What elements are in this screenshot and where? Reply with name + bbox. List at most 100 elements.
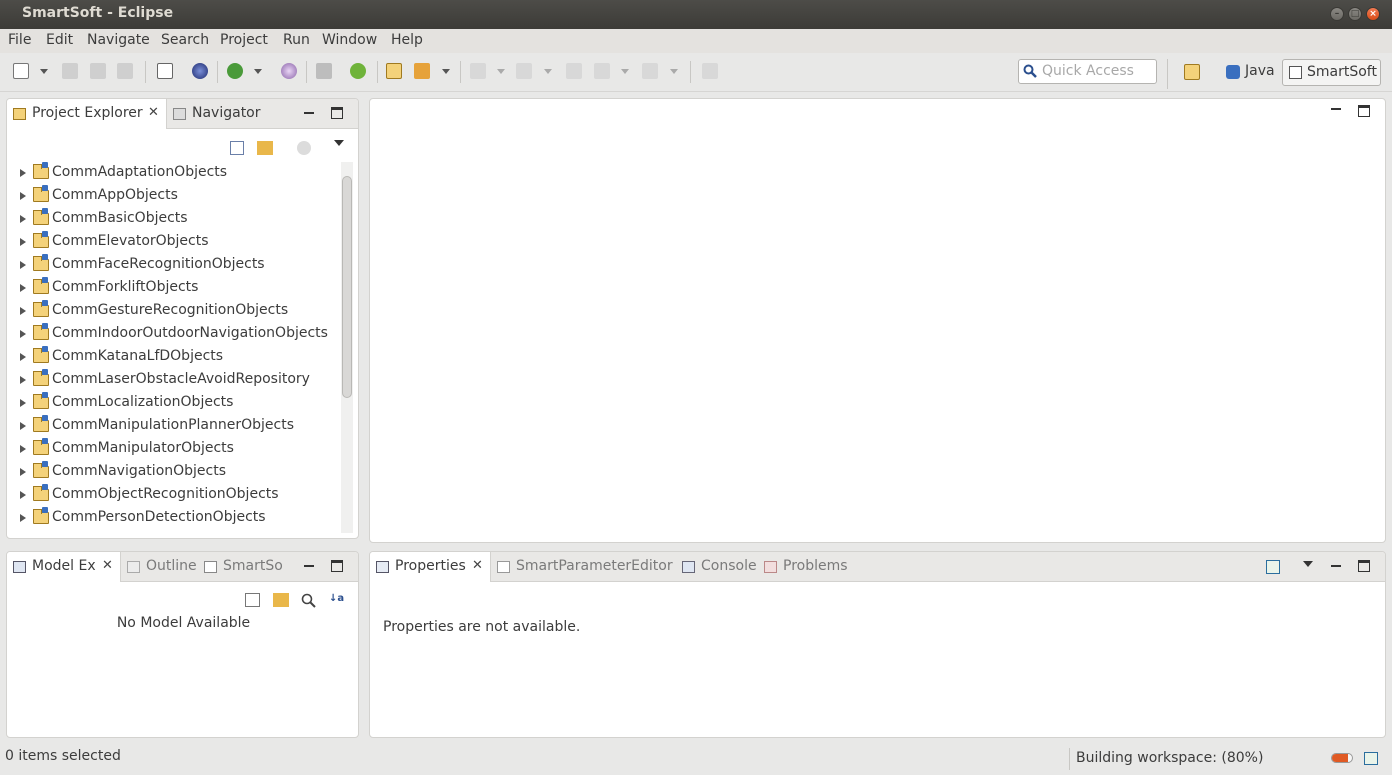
binary-icon[interactable] xyxy=(157,63,173,79)
run-dropdown-arrow-icon[interactable] xyxy=(254,69,262,74)
tab-console[interactable]: Console xyxy=(676,552,758,582)
tree-item-project[interactable]: CommAppObjects xyxy=(7,185,337,208)
expand-arrow-icon[interactable] xyxy=(20,491,26,499)
forward-dropdown-icon[interactable] xyxy=(670,69,678,74)
last-edit-icon[interactable] xyxy=(566,63,582,79)
sort-alphabetically-icon[interactable]: ↓a xyxy=(329,593,345,608)
expand-arrow-icon[interactable] xyxy=(20,284,26,292)
expand-arrow-icon[interactable] xyxy=(20,514,26,522)
open-folder-icon[interactable] xyxy=(386,63,402,79)
new-icon[interactable] xyxy=(13,63,29,79)
tree-item-project[interactable]: CommElevatorObjects xyxy=(7,231,337,254)
tab-smart-parameter-editor[interactable]: SmartParameterEditor xyxy=(491,552,676,582)
progress-view-icon[interactable] xyxy=(1364,752,1378,765)
maximize-icon[interactable] xyxy=(1358,105,1370,117)
previous-annotation-dropdown-icon[interactable] xyxy=(544,69,552,74)
link-with-editor-icon[interactable] xyxy=(257,141,273,155)
expand-arrow-icon[interactable] xyxy=(20,445,26,453)
pen-icon[interactable] xyxy=(414,63,430,79)
edit-model-icon[interactable] xyxy=(273,593,289,607)
tree-item-project[interactable]: CommForkliftObjects xyxy=(7,277,337,300)
expand-arrow-icon[interactable] xyxy=(20,353,26,361)
minimize-icon[interactable] xyxy=(1330,103,1342,115)
quick-access-input[interactable]: Quick Access xyxy=(1018,59,1157,84)
print-icon[interactable] xyxy=(117,63,133,79)
refresh-icon[interactable] xyxy=(350,63,366,79)
expand-arrow-icon[interactable] xyxy=(20,376,26,384)
menu-search[interactable]: Search xyxy=(161,32,209,48)
maximize-icon[interactable] xyxy=(331,560,343,572)
tab-problems[interactable]: Problems xyxy=(758,552,848,582)
expand-arrow-icon[interactable] xyxy=(20,307,26,315)
tab-project-explorer[interactable]: Project Explorer ✕ xyxy=(7,99,167,129)
close-icon[interactable]: ✕ xyxy=(472,558,483,573)
tree-item-project[interactable]: CommGestureRecognitionObjects xyxy=(7,300,337,323)
search-icon[interactable] xyxy=(301,593,316,608)
tab-smartsoft[interactable]: SmartSo xyxy=(198,552,288,582)
tree-item-project[interactable]: CommAdaptationObjects xyxy=(7,162,337,185)
perspective-java[interactable]: Java xyxy=(1222,59,1278,86)
minimize-icon[interactable] xyxy=(1330,560,1342,572)
tree-item-project[interactable]: CommManipulationPlannerObjects xyxy=(7,415,337,438)
perspective-smartsoft[interactable]: SmartSoft xyxy=(1282,59,1381,86)
tree-item-project[interactable]: CommBasicObjects xyxy=(7,208,337,231)
pin-editor-icon[interactable] xyxy=(702,63,718,79)
filter-icon[interactable] xyxy=(297,141,311,155)
tree-item-project[interactable]: CommIndoorOutdoorNavigationObjects xyxy=(7,323,337,346)
tree-view-icon[interactable] xyxy=(245,593,260,607)
run-icon[interactable] xyxy=(227,63,243,79)
view-menu-icon[interactable] xyxy=(334,140,344,146)
tree-item-project[interactable]: CommPersonDetectionObjects xyxy=(7,507,337,530)
expand-arrow-icon[interactable] xyxy=(20,468,26,476)
minimize-icon[interactable] xyxy=(303,107,315,119)
minimize-window-button[interactable]: – xyxy=(1330,7,1344,21)
pin-view-icon[interactable] xyxy=(1266,560,1280,574)
pen-dropdown-arrow-icon[interactable] xyxy=(442,69,450,74)
view-menu-icon[interactable] xyxy=(1303,561,1313,567)
tree-item-project[interactable]: CommNavigationObjects xyxy=(7,461,337,484)
debug-icon[interactable] xyxy=(281,63,297,79)
forward-icon[interactable] xyxy=(642,63,658,79)
menu-project[interactable]: Project xyxy=(220,32,268,48)
back-dropdown-icon[interactable] xyxy=(621,69,629,74)
expand-arrow-icon[interactable] xyxy=(20,215,26,223)
expand-arrow-icon[interactable] xyxy=(20,399,26,407)
tree-item-project[interactable]: CommLaserObstacleAvoidRepository xyxy=(7,369,337,392)
maximize-icon[interactable] xyxy=(331,107,343,119)
tree-item-project[interactable]: CommKatanaLfDObjects xyxy=(7,346,337,369)
scrollbar-thumb[interactable] xyxy=(342,176,352,398)
expand-arrow-icon[interactable] xyxy=(20,330,26,338)
menu-navigate[interactable]: Navigate xyxy=(87,32,150,48)
save-all-icon[interactable] xyxy=(90,63,106,79)
collapse-all-icon[interactable] xyxy=(230,141,244,155)
tab-model-explorer[interactable]: Model Ex ✕ xyxy=(7,552,121,582)
cut-icon[interactable] xyxy=(316,63,332,79)
previous-annotation-icon[interactable] xyxy=(516,63,532,79)
maximize-window-button[interactable]: □ xyxy=(1348,7,1362,21)
menu-help[interactable]: Help xyxy=(391,32,423,48)
back-icon[interactable] xyxy=(594,63,610,79)
open-perspective-icon[interactable] xyxy=(1184,64,1200,80)
globe-icon[interactable] xyxy=(192,63,208,79)
menu-window[interactable]: Window xyxy=(322,32,377,48)
new-dropdown-arrow-icon[interactable] xyxy=(40,69,48,74)
next-annotation-dropdown-icon[interactable] xyxy=(497,69,505,74)
maximize-icon[interactable] xyxy=(1358,560,1370,572)
close-icon[interactable]: ✕ xyxy=(102,558,113,573)
tree-vertical-scrollbar[interactable] xyxy=(341,162,353,533)
expand-arrow-icon[interactable] xyxy=(20,192,26,200)
tree-item-project[interactable]: CommFaceRecognitionObjects xyxy=(7,254,337,277)
menu-run[interactable]: Run xyxy=(283,32,310,48)
expand-arrow-icon[interactable] xyxy=(20,261,26,269)
save-icon[interactable] xyxy=(62,63,78,79)
tab-outline[interactable]: Outline xyxy=(121,552,198,582)
tree-item-project[interactable]: CommObjectRecognitionObjects xyxy=(7,484,337,507)
tree-item-project[interactable]: CommLocalizationObjects xyxy=(7,392,337,415)
minimize-icon[interactable] xyxy=(303,560,315,572)
menu-edit[interactable]: Edit xyxy=(46,32,73,48)
menu-file[interactable]: File xyxy=(8,32,31,48)
close-icon[interactable]: ✕ xyxy=(148,105,159,120)
tree-item-project[interactable]: CommManipulatorObjects xyxy=(7,438,337,461)
expand-arrow-icon[interactable] xyxy=(20,238,26,246)
close-window-button[interactable]: × xyxy=(1366,7,1380,21)
